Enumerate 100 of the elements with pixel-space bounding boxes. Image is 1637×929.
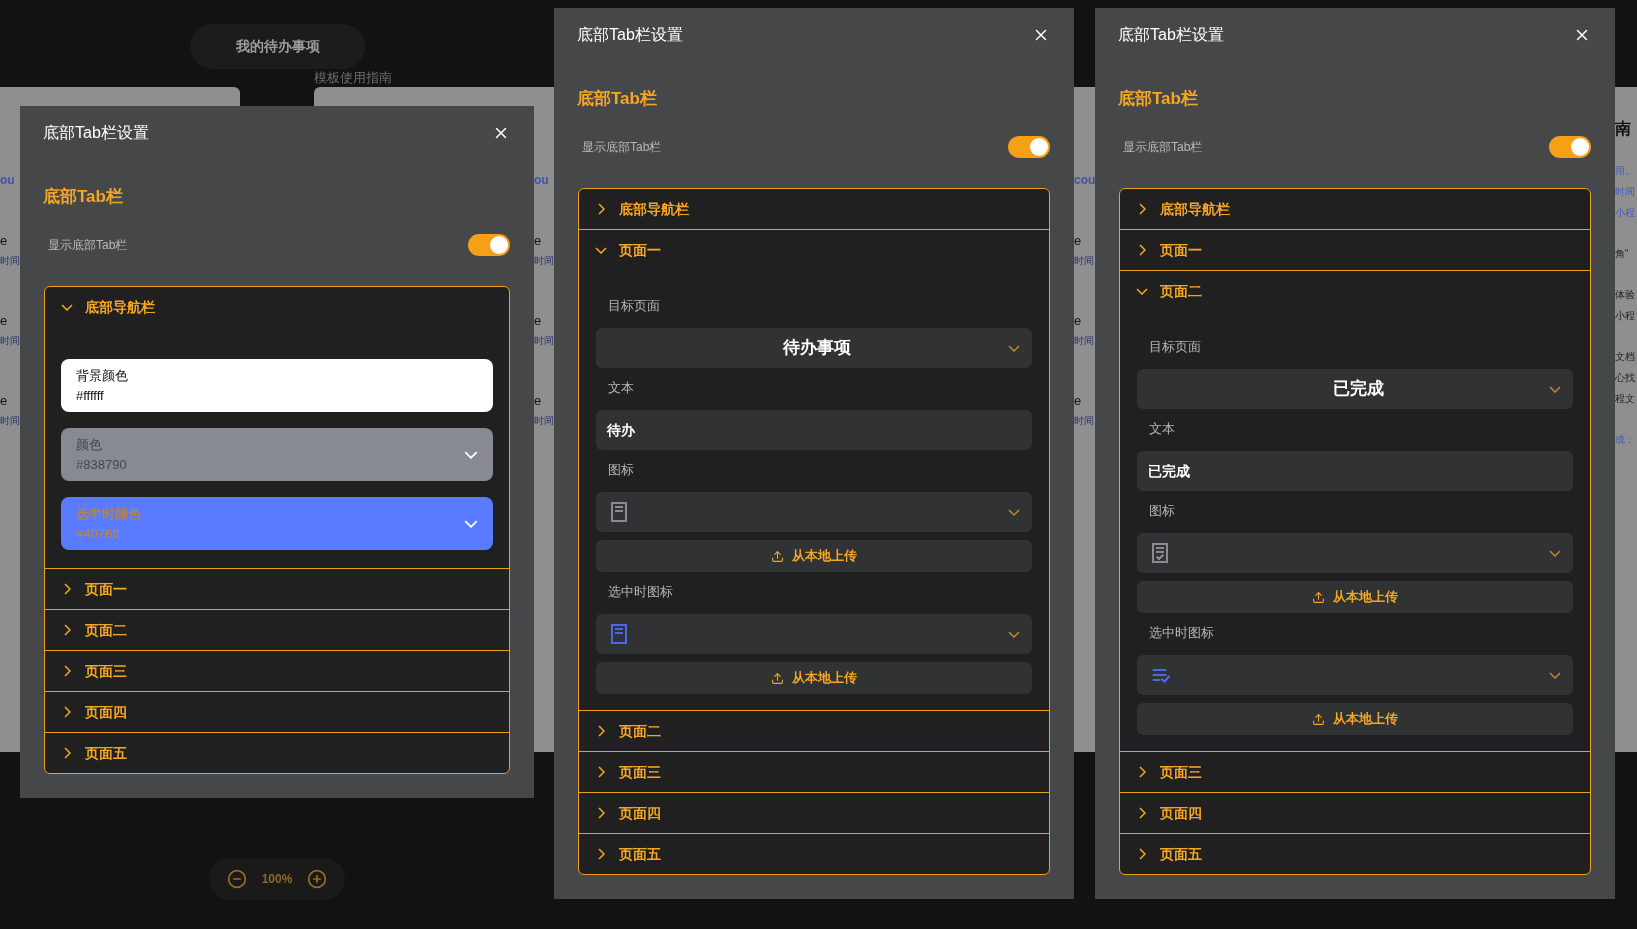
accordion-header[interactable]: 页面三 bbox=[1120, 752, 1590, 792]
chevron-right-icon bbox=[63, 624, 71, 636]
accordion-header[interactable]: 页面五 bbox=[1120, 834, 1590, 874]
text-fragment: e bbox=[1074, 233, 1083, 249]
accordion-header[interactable]: 页面四 bbox=[45, 692, 509, 732]
upload-icon bbox=[1312, 590, 1325, 604]
section-title: 底部Tab栏 bbox=[577, 88, 657, 110]
accordion-header[interactable]: 页面三 bbox=[579, 752, 1049, 792]
accordion-header[interactable]: 页面一 bbox=[579, 230, 1049, 270]
accordion-header[interactable]: 页面五 bbox=[45, 733, 509, 773]
text-fragment: 时间 bbox=[1615, 185, 1636, 199]
chevron-right-icon bbox=[597, 848, 605, 860]
accordion-header[interactable]: 页面三 bbox=[45, 651, 509, 691]
dialog-title: 底部Tab栏设置 bbox=[1118, 25, 1224, 45]
target-page-select[interactable]: 待办事项 bbox=[596, 328, 1032, 368]
field-label: 图标 bbox=[607, 461, 634, 479]
text-fragment: e bbox=[0, 393, 9, 409]
chevron-down-icon bbox=[1008, 508, 1020, 516]
upload-button[interactable]: 从本地上传 bbox=[596, 662, 1032, 694]
toggle-switch[interactable] bbox=[1549, 136, 1591, 158]
zoom-out-button[interactable] bbox=[226, 869, 247, 889]
text-field[interactable]: 待办 bbox=[596, 410, 1032, 450]
toggle-switch[interactable] bbox=[468, 234, 510, 256]
accordion-header[interactable]: 底部导航栏 bbox=[1120, 189, 1590, 229]
chevron-down-icon bbox=[1549, 671, 1561, 679]
toggle-label: 显示底部Tab栏 bbox=[581, 139, 662, 156]
chevron-down-icon bbox=[464, 519, 478, 528]
page-title: 我的待办事项 bbox=[235, 37, 320, 56]
text-fragment: 角“ bbox=[1615, 247, 1630, 261]
text-fragment: 体验 bbox=[1615, 288, 1636, 302]
accordion-header[interactable]: 页面五 bbox=[579, 834, 1049, 874]
chevron-right-icon bbox=[63, 665, 71, 677]
text-fragment: 时间 bbox=[534, 254, 554, 268]
accordion-header[interactable]: 页面一 bbox=[1120, 230, 1590, 270]
chevron-down-icon bbox=[61, 303, 73, 311]
chevron-right-icon bbox=[597, 766, 605, 778]
text-fragment: 时间 bbox=[0, 254, 20, 268]
text-fragment: 时间 bbox=[1074, 254, 1095, 268]
field-label: 图标 bbox=[1148, 502, 1175, 520]
text-fragment: 程文 bbox=[1615, 392, 1636, 406]
chevron-right-icon bbox=[597, 725, 605, 737]
text-fragment: 南 bbox=[1615, 119, 1632, 139]
text-fragment: 小程 bbox=[1615, 206, 1636, 220]
upload-icon bbox=[771, 549, 784, 563]
chevron-right-icon bbox=[63, 706, 71, 718]
text-fragment: e bbox=[534, 313, 543, 329]
color-field[interactable]: 背景颜色 #ffffff bbox=[61, 359, 493, 412]
field-label: 颜色 bbox=[76, 435, 103, 454]
toggle-switch[interactable] bbox=[1008, 136, 1050, 158]
chevron-down-icon bbox=[1136, 287, 1148, 295]
chevron-right-icon bbox=[1138, 766, 1146, 778]
chevron-right-icon bbox=[597, 807, 605, 819]
chevron-down-icon bbox=[1549, 549, 1561, 557]
chevron-right-icon bbox=[1138, 244, 1146, 256]
accordion-header[interactable]: 页面二 bbox=[45, 610, 509, 650]
text-fragment: cou bbox=[1074, 172, 1095, 189]
color-value: #ffffff bbox=[76, 386, 105, 405]
target-page-select[interactable]: 已完成 bbox=[1137, 369, 1573, 409]
zoom-in-button[interactable] bbox=[307, 869, 328, 889]
upload-button[interactable]: 从本地上传 bbox=[1137, 703, 1573, 735]
section-title: 底部Tab栏 bbox=[1118, 88, 1198, 110]
field-label: 背景颜色 bbox=[76, 366, 128, 385]
chevron-down-icon bbox=[464, 450, 478, 459]
accordion-header[interactable]: 底部导航栏 bbox=[579, 189, 1049, 229]
text-fragment: ou bbox=[0, 172, 16, 189]
chevron-right-icon bbox=[1138, 203, 1146, 215]
text-fragment: ou bbox=[534, 172, 550, 189]
upload-button[interactable]: 从本地上传 bbox=[1137, 581, 1573, 613]
dialog-title: 底部Tab栏设置 bbox=[577, 25, 683, 45]
upload-icon bbox=[1312, 712, 1325, 726]
text-fragment: e bbox=[0, 313, 9, 329]
color-value: #838790 bbox=[76, 455, 127, 474]
chevron-down-icon bbox=[1549, 385, 1561, 393]
guide-link[interactable]: 模板使用指南 bbox=[314, 69, 392, 87]
accordion-header[interactable]: 底部导航栏 bbox=[45, 287, 509, 327]
text-field[interactable]: 已完成 bbox=[1137, 451, 1573, 491]
text-fragment: 成： bbox=[1615, 433, 1636, 447]
text-fragment: e bbox=[1074, 393, 1083, 409]
field-label: 目标页面 bbox=[607, 297, 660, 315]
accordion-header[interactable]: 页面四 bbox=[1120, 793, 1590, 833]
accordion-header[interactable]: 页面一 bbox=[45, 569, 509, 609]
upload-button[interactable]: 从本地上传 bbox=[596, 540, 1032, 572]
chevron-right-icon bbox=[597, 203, 605, 215]
section-title: 底部Tab栏 bbox=[43, 186, 123, 208]
accordion-header[interactable]: 页面四 bbox=[579, 793, 1049, 833]
text-fragment: e bbox=[0, 233, 9, 249]
text-fragment: 时间 bbox=[1074, 414, 1095, 428]
text-fragment: 用。 bbox=[1615, 164, 1636, 178]
field-label: 文本 bbox=[607, 379, 634, 397]
field-label: 选中时图标 bbox=[607, 583, 673, 601]
chevron-down-icon bbox=[595, 246, 607, 254]
toggle-label: 显示底部Tab栏 bbox=[1122, 139, 1203, 156]
chevron-right-icon bbox=[1138, 807, 1146, 819]
chevron-right-icon bbox=[63, 747, 71, 759]
field-label: 选中时颜色 bbox=[76, 504, 141, 523]
text-fragment: 时间 bbox=[0, 334, 20, 348]
upload-icon bbox=[771, 671, 784, 685]
accordion-header[interactable]: 页面二 bbox=[579, 711, 1049, 751]
accordion-header[interactable]: 页面二 bbox=[1120, 271, 1590, 311]
text-fragment: 时间 bbox=[1074, 334, 1095, 348]
